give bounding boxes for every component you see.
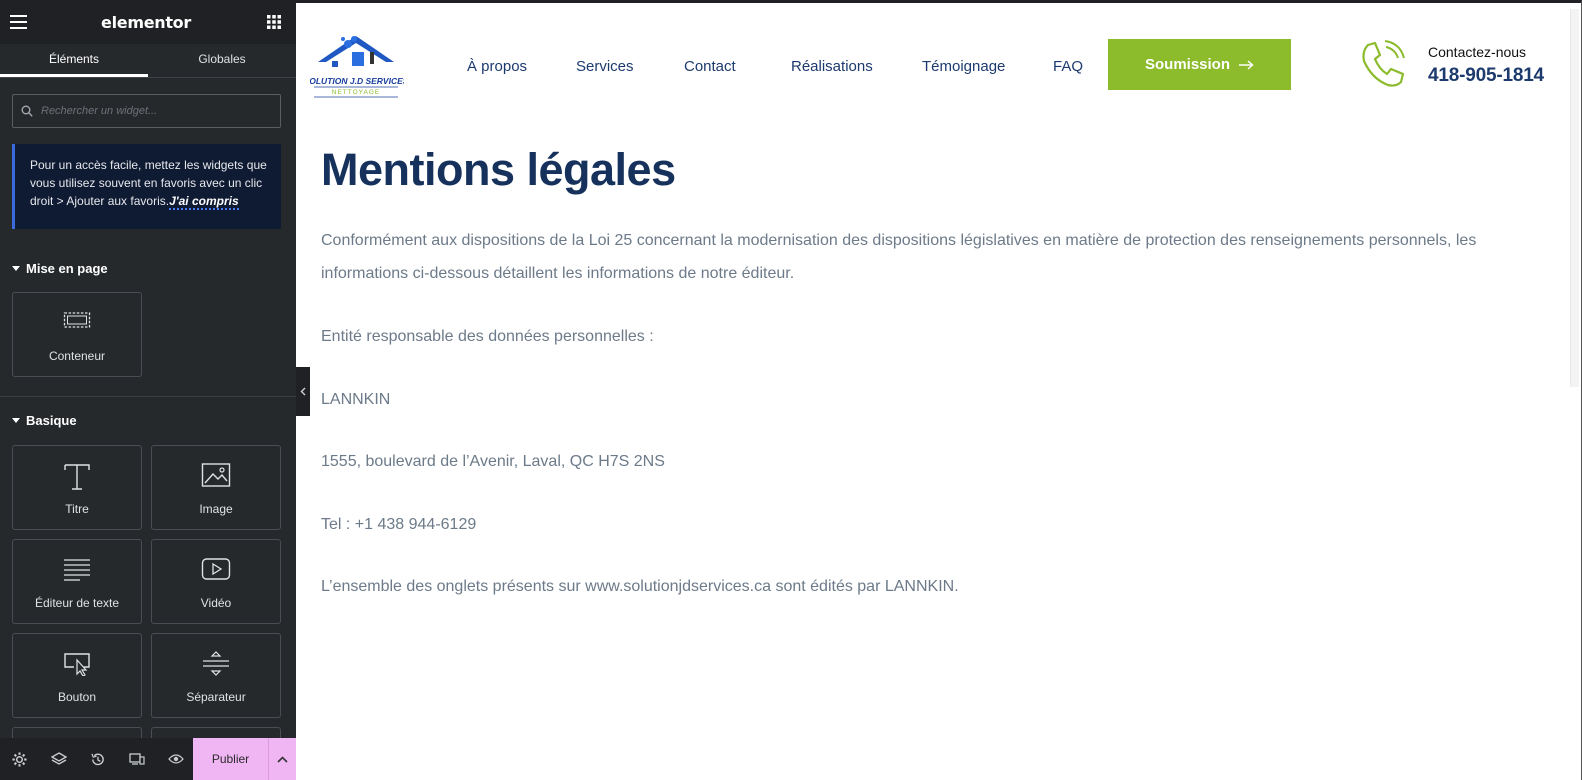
category-layout[interactable]: Mise en page [12,261,108,276]
publish-button[interactable]: Publier [193,738,268,780]
submission-button-label: Soumission [1144,56,1230,73]
image-icon [201,463,231,487]
submission-button[interactable]: Soumission [1108,39,1291,90]
widget-label: Séparateur [186,690,246,704]
nav-services[interactable]: Services [576,58,634,75]
history-icon[interactable] [78,738,117,780]
chevron-up-icon [277,755,288,763]
category-layout-label: Mise en page [26,261,108,276]
widget-label: Éditeur de texte [34,596,120,610]
intro-paragraph: Conformément aux dispositions de la Loi … [321,232,1477,282]
entity-label: Entité responsable des données personnel… [321,328,654,345]
logo-subtext: NETTOYAGE [332,89,381,96]
caret-down-icon [12,418,20,423]
panel-tabs: Éléments Globales [0,44,296,78]
favorites-notice: Pour un accès facile, mettez les widgets… [12,144,281,229]
nav-contact[interactable]: Contact [684,58,736,75]
widget-label: Conteneur [48,349,106,363]
caret-down-icon [12,266,20,271]
widget-label: Titre [65,502,89,516]
divider-icon [203,651,229,676]
widget-container[interactable]: Conteneur [12,292,142,377]
panel-header: elementor [0,0,296,44]
notice-dismiss-link[interactable]: J'ai compris [169,194,239,210]
layers-icon[interactable] [39,738,78,780]
site-preview: SOLUTION J.D SERVICES NETTOYAGE À propos… [296,0,1582,780]
widget-search [12,94,281,128]
hamburger-menu-icon[interactable] [8,12,28,32]
widget-label: Image [199,502,233,516]
phone-ringing-icon [1358,39,1406,94]
widget-heading[interactable]: Titre [12,445,142,530]
widget-button[interactable]: Bouton [12,633,142,718]
widget-divider[interactable]: Séparateur [151,633,281,718]
settings-icon[interactable] [0,738,39,780]
button-cursor-icon [64,653,90,676]
preview-scrollbar[interactable] [1570,9,1579,387]
apps-grid-icon[interactable] [264,12,284,32]
widget-label: Vidéo [200,596,232,610]
nav-testimonials[interactable]: Témoignage [922,58,1005,75]
preview-eye-icon[interactable] [156,738,195,780]
panel-footer: Publier [0,738,296,780]
widget-text-editor[interactable]: Éditeur de texte [12,539,142,624]
responsive-icon[interactable] [117,738,156,780]
contact-phone-link[interactable]: 418-905-1814 [1428,65,1544,87]
collapse-panel-button[interactable] [296,367,310,416]
editor-panel: elementor Éléments Globales Pour un accè… [0,0,296,780]
tab-elements[interactable]: Éléments [0,44,148,77]
widget-label: Bouton [57,690,97,704]
divider [0,396,296,397]
editor-note: L’ensemble des onglets présents sur www.… [321,578,959,595]
search-icon [21,105,33,117]
heading-t-icon [64,464,90,490]
category-basic[interactable]: Basique [12,413,77,428]
container-icon [63,312,91,328]
nav-faq[interactable]: FAQ [1053,58,1083,75]
site-logo[interactable]: SOLUTION J.D SERVICES NETTOYAGE [304,30,409,100]
app-window: elementor Éléments Globales Pour un accè… [0,0,1582,780]
widget-search-input[interactable] [41,105,261,117]
arrow-right-icon [1239,59,1254,70]
nav-realisations[interactable]: Réalisations [791,58,873,75]
video-play-icon [201,558,231,580]
logo-text: SOLUTION J.D SERVICES [310,76,404,86]
widget-video[interactable]: Vidéo [151,539,281,624]
company-phone: Tel : +1 438 944-6129 [321,516,477,533]
chevron-left-icon [300,387,306,396]
elementor-logo: elementor [101,12,191,32]
widget-image[interactable]: Image [151,445,281,530]
text-editor-icon [64,559,90,581]
page-title: Mentions légales [321,144,676,195]
category-basic-label: Basique [26,413,77,428]
publish-options-button[interactable] [268,738,296,780]
company-address: 1555, boulevard de l’Avenir, Laval, QC H… [321,453,665,470]
tab-globals[interactable]: Globales [148,44,296,77]
contact-label: Contactez-nous [1428,44,1527,60]
company-name: LANNKIN [321,391,391,408]
nav-about[interactable]: À propos [467,58,527,75]
